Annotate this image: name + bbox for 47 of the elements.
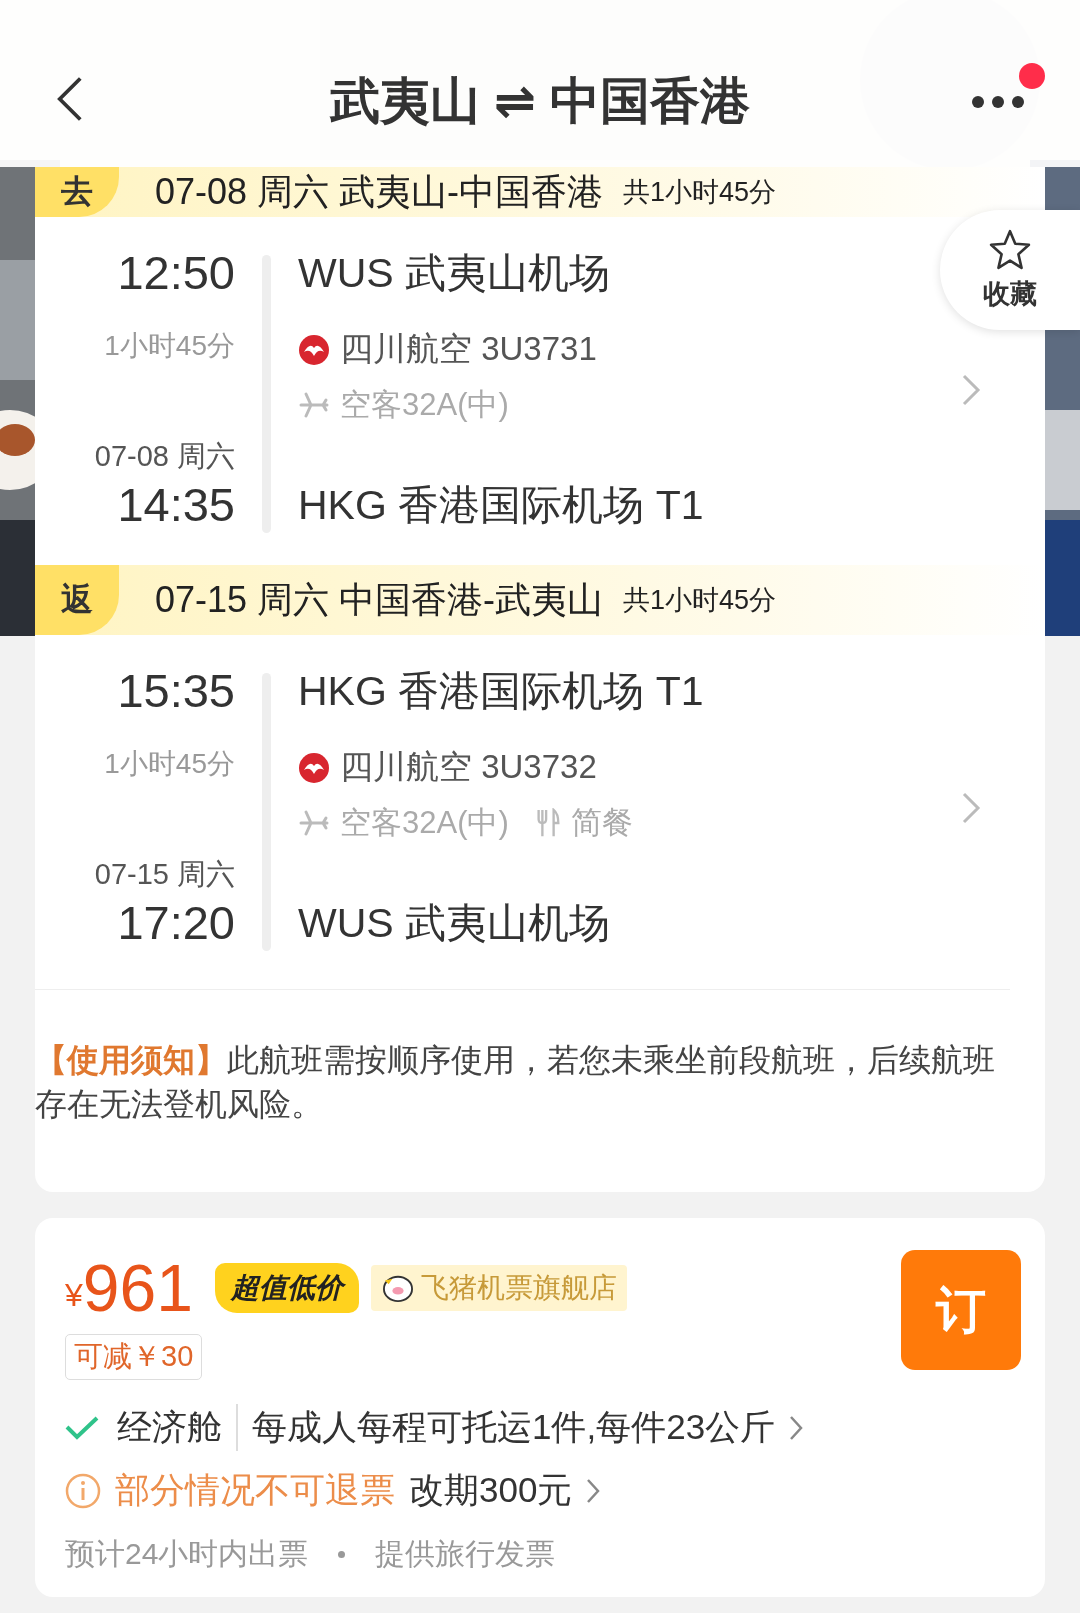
chevron-right-icon <box>789 1414 804 1441</box>
aircraft-type: 空客32A(中) <box>340 386 509 424</box>
aircraft-type: 空客32A(中) <box>340 804 509 842</box>
discount-tag: 可减￥30 <box>65 1334 203 1380</box>
usage-notice: 【使用须知】此航班需按顺序使用，若您未乘坐前段航班，后续航班存在无法登机风险。 <box>35 1041 996 1124</box>
arrival-time: 14:35 <box>117 477 235 533</box>
flight-duration: 1小时45分 <box>104 747 235 781</box>
arrival-airport: WUS 武夷山机场 <box>298 899 612 948</box>
airline-flight-number: 四川航空 3U3731 <box>340 329 597 369</box>
departure-time: 15:35 <box>117 663 235 719</box>
direction-badge: 返 <box>35 565 119 635</box>
cabin-class: 经济舱 <box>117 1404 238 1451</box>
fork-knife-icon <box>534 808 561 838</box>
departure-airport: HKG 香港国际机场 T1 <box>298 667 704 716</box>
price: 961 <box>82 1250 193 1326</box>
segment-summary: 07-15 周六 中国香港-武夷山 <box>155 577 604 622</box>
pig-icon <box>380 1273 415 1303</box>
ticket-note: 提供旅行发票 <box>375 1536 556 1572</box>
page-title: 武夷山 ⇌ 中国香港 <box>330 72 750 131</box>
currency-symbol: ¥ <box>65 1277 83 1314</box>
baggage-allowance[interactable]: 每成人每程可托运1件,每件23公斤 <box>252 1404 776 1451</box>
check-icon <box>65 1414 99 1441</box>
arrival-airport: HKG 香港国际机场 T1 <box>298 481 704 530</box>
deal-tag: 超值低价 <box>214 1263 359 1313</box>
favorite-button[interactable]: 收藏 <box>940 210 1080 330</box>
meal-info: 简餐 <box>570 804 633 842</box>
total-duration: 共1小时45分 <box>623 176 777 209</box>
refund-warning: 部分情况不可退票 <box>115 1469 395 1511</box>
star-icon <box>989 228 1031 270</box>
segment-summary: 07-08 周六 武夷山-中国香港 <box>155 169 604 214</box>
total-duration: 共1小时45分 <box>623 584 777 617</box>
ticket-note: 预计24小时内出票 <box>65 1536 309 1572</box>
airline-flight-number: 四川航空 3U3732 <box>340 747 597 787</box>
arrival-date: 07-08 周六 <box>94 439 235 474</box>
arrival-time: 17:20 <box>117 895 235 951</box>
airline-logo-icon <box>298 751 330 784</box>
info-icon <box>65 1472 101 1509</box>
departure-time: 12:50 <box>117 245 235 301</box>
separator-dot <box>338 1551 346 1558</box>
shop-name: 飞猪机票旗舰店 <box>420 1271 617 1305</box>
flight-duration: 1小时45分 <box>104 329 235 363</box>
departure-airport: WUS 武夷山机场 <box>298 249 612 298</box>
chevron-right-icon <box>586 1477 601 1504</box>
direction-badge: 去 <box>35 167 119 217</box>
change-fee[interactable]: 改期300元 <box>409 1467 573 1514</box>
arrival-date: 07-15 周六 <box>94 857 235 892</box>
airline-logo-icon <box>298 333 330 366</box>
